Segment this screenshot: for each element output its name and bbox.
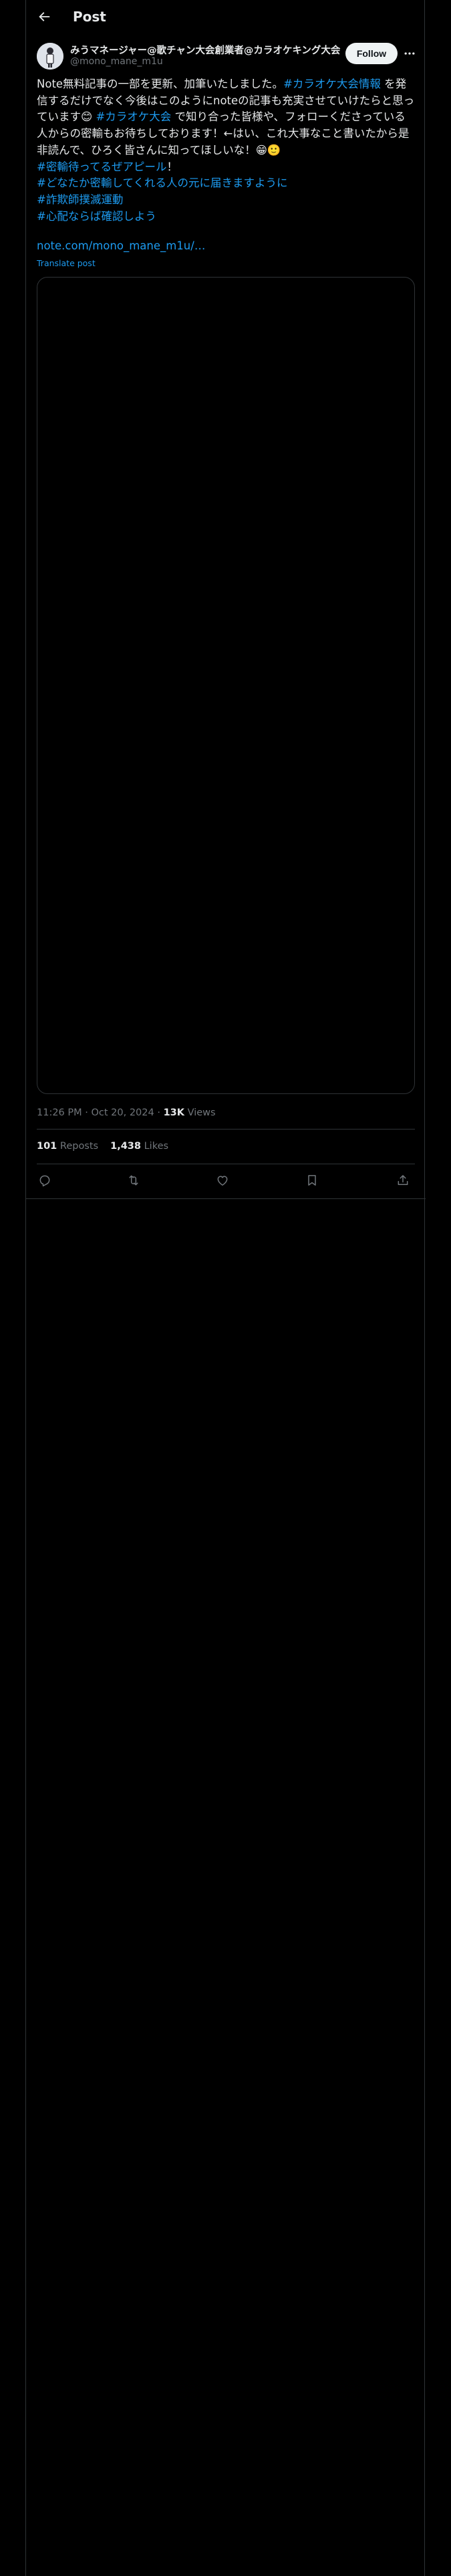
reply-icon[interactable] — [38, 1174, 53, 1188]
external-link[interactable]: note.com/mono_mane_m1u/… — [37, 239, 205, 252]
post-date[interactable]: Oct 20, 2024 — [91, 1107, 154, 1118]
media-container[interactable] — [37, 277, 415, 1094]
arrow-left-icon[interactable] — [37, 9, 54, 27]
reposts-label: Reposts — [59, 1141, 99, 1152]
heart-icon[interactable] — [216, 1174, 231, 1188]
page-title: Post — [73, 9, 106, 25]
main-column: Post みうマネージャー@歌チャン大会創業者@カラオケキング大会 @mono_… — [25, 0, 426, 2576]
bookmark-icon[interactable] — [305, 1174, 320, 1188]
likes-label: Likes — [144, 1141, 169, 1152]
likes-count: 1,438 — [110, 1141, 141, 1152]
reposts-count: 101 — [37, 1141, 57, 1152]
likes-stat[interactable]: 1,438 Likes — [110, 1141, 168, 1152]
hashtag-link[interactable]: #心配ならば確認しよう — [37, 210, 156, 223]
divider — [37, 1129, 415, 1130]
post-text-segment: Note無料記事の一部を更新、加筆いたしました。 — [37, 78, 284, 90]
hashtag-link[interactable]: #カラオケ大会情報 — [283, 78, 381, 90]
reposts-stat[interactable]: 101 Reposts — [37, 1141, 98, 1152]
post-meta: 11:26 PM · Oct 20, 2024 · 13K Views — [37, 1107, 216, 1118]
more-dots-icon[interactable] — [403, 47, 418, 62]
repost-icon[interactable] — [126, 1174, 141, 1188]
author-name[interactable]: みうマネージャー@歌チャン大会創業者@カラオケキング大会 — [70, 43, 344, 57]
avatar[interactable] — [37, 43, 63, 70]
post-text: Note無料記事の一部を更新、加筆いたしました。#カラオケ大会情報 を発信するだ… — [37, 76, 415, 225]
views-count: 13K — [163, 1107, 184, 1118]
post-stats: 101 Reposts 1,438 Likes — [37, 1141, 168, 1152]
author-handle[interactable]: @mono_mane_m1u — [70, 56, 163, 67]
action-bar — [26, 1164, 426, 1200]
header: Post — [26, 0, 426, 35]
hashtag-link[interactable]: #詐欺師撲滅運動 — [37, 193, 123, 206]
translate-post-link[interactable]: Translate post — [37, 258, 96, 268]
follow-button[interactable]: Follow — [345, 43, 398, 64]
share-icon[interactable] — [396, 1174, 411, 1188]
divider — [26, 1198, 426, 1199]
post-time[interactable]: 11:26 PM — [37, 1107, 82, 1118]
views-label: Views — [187, 1107, 216, 1118]
hashtag-link[interactable]: #密輸待ってるぜアピール — [37, 160, 167, 173]
hashtag-link[interactable]: #どなたか密輸してくれる人の元に届きますように — [37, 177, 288, 189]
hashtag-link[interactable]: #カラオケ大会 — [96, 110, 171, 123]
post-text-segment: ！ — [166, 160, 178, 173]
